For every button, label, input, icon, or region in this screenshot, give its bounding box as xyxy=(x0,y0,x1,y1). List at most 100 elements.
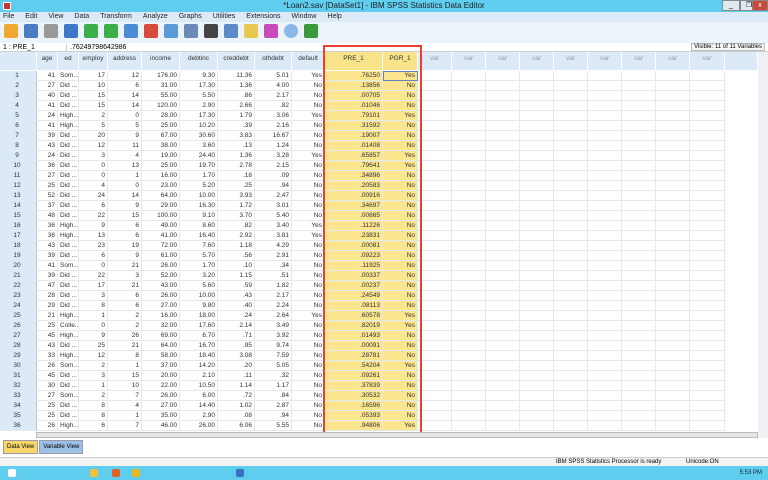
cell-debtinc[interactable]: 2.90 xyxy=(180,411,218,421)
empty-cell[interactable] xyxy=(588,191,622,201)
cell-pre_1[interactable]: .00337 xyxy=(325,271,383,281)
cell-pgr_1[interactable]: No xyxy=(383,411,418,421)
empty-cell[interactable] xyxy=(554,121,588,131)
empty-cell[interactable] xyxy=(486,291,520,301)
empty-cell[interactable] xyxy=(690,401,725,411)
cell-creddebt[interactable]: 1.18 xyxy=(218,241,255,251)
empty-cell[interactable] xyxy=(520,221,554,231)
empty-cell[interactable] xyxy=(554,71,588,81)
cell-ed[interactable]: Did ... xyxy=(58,411,79,421)
cell-creddebt[interactable]: 11.36 xyxy=(218,71,255,81)
cell-debtinc[interactable]: 10.00 xyxy=(180,191,218,201)
empty-cell[interactable] xyxy=(486,191,520,201)
row-number[interactable]: 26 xyxy=(0,321,37,331)
empty-cell[interactable] xyxy=(622,201,656,211)
cell-income[interactable]: 29.00 xyxy=(142,201,180,211)
cell-income[interactable]: 67.00 xyxy=(142,131,180,141)
empty-cell[interactable] xyxy=(452,361,486,371)
cell-othdebt[interactable]: .94 xyxy=(255,181,292,191)
cell-ed[interactable]: Did ... xyxy=(58,271,79,281)
cell-ed[interactable]: Did ... xyxy=(58,131,79,141)
cell-pre_1[interactable]: .09223 xyxy=(325,251,383,261)
cell-default[interactable]: No xyxy=(292,141,325,151)
empty-cell[interactable] xyxy=(656,171,690,181)
cell-pre_1[interactable]: .79641 xyxy=(325,161,383,171)
empty-cell[interactable] xyxy=(520,171,554,181)
cell-income[interactable]: 23.00 xyxy=(142,181,180,191)
empty-cell[interactable] xyxy=(554,131,588,141)
cell-income[interactable]: 58.00 xyxy=(142,351,180,361)
cell-pre_1[interactable]: .00081 xyxy=(325,241,383,251)
cell-default[interactable]: No xyxy=(292,331,325,341)
menu-edit[interactable]: Edit xyxy=(25,12,37,22)
column-header-debtinc[interactable]: debtinc xyxy=(180,52,218,70)
row-number[interactable]: 7 xyxy=(0,131,37,141)
cell-address[interactable]: 14 xyxy=(108,101,142,111)
empty-cell[interactable] xyxy=(520,311,554,321)
cell-othdebt[interactable]: 1.17 xyxy=(255,381,292,391)
cell-address[interactable]: 9 xyxy=(108,251,142,261)
empty-cell[interactable] xyxy=(690,71,725,81)
cell-debtinc[interactable]: 1.70 xyxy=(180,171,218,181)
cell-employ[interactable]: 15 xyxy=(79,101,108,111)
empty-cell[interactable] xyxy=(418,191,452,201)
row-number[interactable]: 3 xyxy=(0,91,37,101)
empty-cell[interactable] xyxy=(554,371,588,381)
cell-othdebt[interactable]: 2.87 xyxy=(255,401,292,411)
insert-variable-icon[interactable] xyxy=(244,24,258,38)
cell-pre_1[interactable]: .01408 xyxy=(325,141,383,151)
cell-employ[interactable]: 3 xyxy=(79,151,108,161)
cell-creddebt[interactable]: .40 xyxy=(218,301,255,311)
cell-default[interactable]: Yes xyxy=(292,231,325,241)
cell-pgr_1[interactable]: No xyxy=(383,141,418,151)
row-number[interactable]: 21 xyxy=(0,271,37,281)
empty-cell[interactable] xyxy=(520,121,554,131)
cell-income[interactable]: 16.00 xyxy=(142,171,180,181)
empty-cell[interactable] xyxy=(690,251,725,261)
cell-ed[interactable]: Did ... xyxy=(58,101,79,111)
cell-address[interactable]: 3 xyxy=(108,271,142,281)
cell-othdebt[interactable]: 2.16 xyxy=(255,121,292,131)
cell-othdebt[interactable]: 4.29 xyxy=(255,241,292,251)
cell-employ[interactable]: 15 xyxy=(79,91,108,101)
empty-cell[interactable] xyxy=(690,151,725,161)
empty-cell[interactable] xyxy=(520,351,554,361)
cell-address[interactable]: 0 xyxy=(108,181,142,191)
cell-ed[interactable]: Colle... xyxy=(58,321,79,331)
cell-address[interactable]: 8 xyxy=(108,351,142,361)
row-number[interactable]: 16 xyxy=(0,221,37,231)
empty-cell[interactable] xyxy=(690,241,725,251)
empty-cell[interactable] xyxy=(588,411,622,421)
cell-pre_1[interactable]: .09261 xyxy=(325,371,383,381)
cell-pre_1[interactable]: .82019 xyxy=(325,321,383,331)
cell-othdebt[interactable]: 2.15 xyxy=(255,161,292,171)
empty-cell[interactable] xyxy=(690,181,725,191)
empty-cell[interactable] xyxy=(690,331,725,341)
cell-creddebt[interactable]: 1.79 xyxy=(218,111,255,121)
empty-cell[interactable] xyxy=(588,371,622,381)
cell-pgr_1[interactable]: No xyxy=(383,231,418,241)
cell-income[interactable]: 37.00 xyxy=(142,361,180,371)
cell-creddebt[interactable]: .24 xyxy=(218,311,255,321)
row-number[interactable]: 23 xyxy=(0,291,37,301)
cell-creddebt[interactable]: 3.93 xyxy=(218,191,255,201)
empty-cell[interactable] xyxy=(656,191,690,201)
empty-cell[interactable] xyxy=(588,401,622,411)
cell-othdebt[interactable]: 3.28 xyxy=(255,151,292,161)
cell-employ[interactable]: 2 xyxy=(79,111,108,121)
empty-cell[interactable] xyxy=(418,351,452,361)
cell-debtinc[interactable]: 10.50 xyxy=(180,381,218,391)
cell-employ[interactable]: 9 xyxy=(79,331,108,341)
column-header-var[interactable]: var xyxy=(520,52,554,70)
cell-ed[interactable]: Som... xyxy=(58,361,79,371)
empty-cell[interactable] xyxy=(554,91,588,101)
empty-cell[interactable] xyxy=(554,271,588,281)
empty-cell[interactable] xyxy=(486,111,520,121)
cell-ed[interactable]: Som... xyxy=(58,261,79,271)
cell-creddebt[interactable]: .10 xyxy=(218,261,255,271)
cell-default[interactable]: No xyxy=(292,411,325,421)
cell-address[interactable]: 1 xyxy=(108,171,142,181)
cell-income[interactable]: 64.00 xyxy=(142,341,180,351)
empty-cell[interactable] xyxy=(452,271,486,281)
cell-age[interactable]: 40 xyxy=(37,91,58,101)
